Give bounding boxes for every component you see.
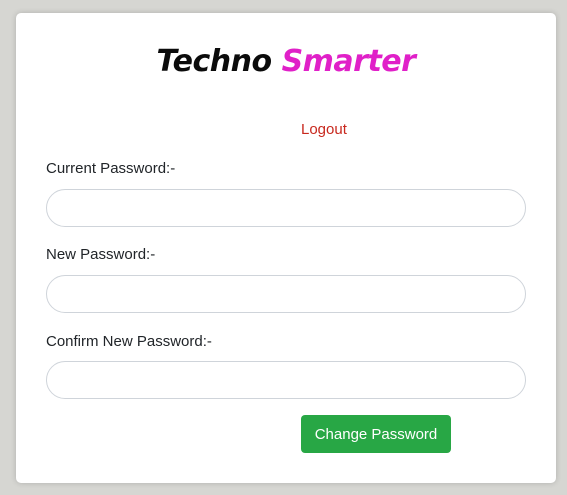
confirm-password-label: Confirm New Password:- xyxy=(46,333,212,350)
logout-link[interactable]: Logout xyxy=(301,121,347,138)
brand-word-smarter: Smarter xyxy=(281,44,416,79)
change-password-card: Techno Smarter Logout Current Password:-… xyxy=(16,13,556,483)
brand-word-techno: Techno xyxy=(156,44,273,79)
new-password-field[interactable] xyxy=(46,275,526,313)
confirm-password-field[interactable] xyxy=(46,361,526,399)
brand-logo: Techno Smarter xyxy=(16,47,556,77)
current-password-label: Current Password:- xyxy=(46,160,176,177)
change-password-button[interactable]: Change Password xyxy=(301,415,451,453)
new-password-label: New Password:- xyxy=(46,246,156,263)
current-password-field[interactable] xyxy=(46,189,526,227)
